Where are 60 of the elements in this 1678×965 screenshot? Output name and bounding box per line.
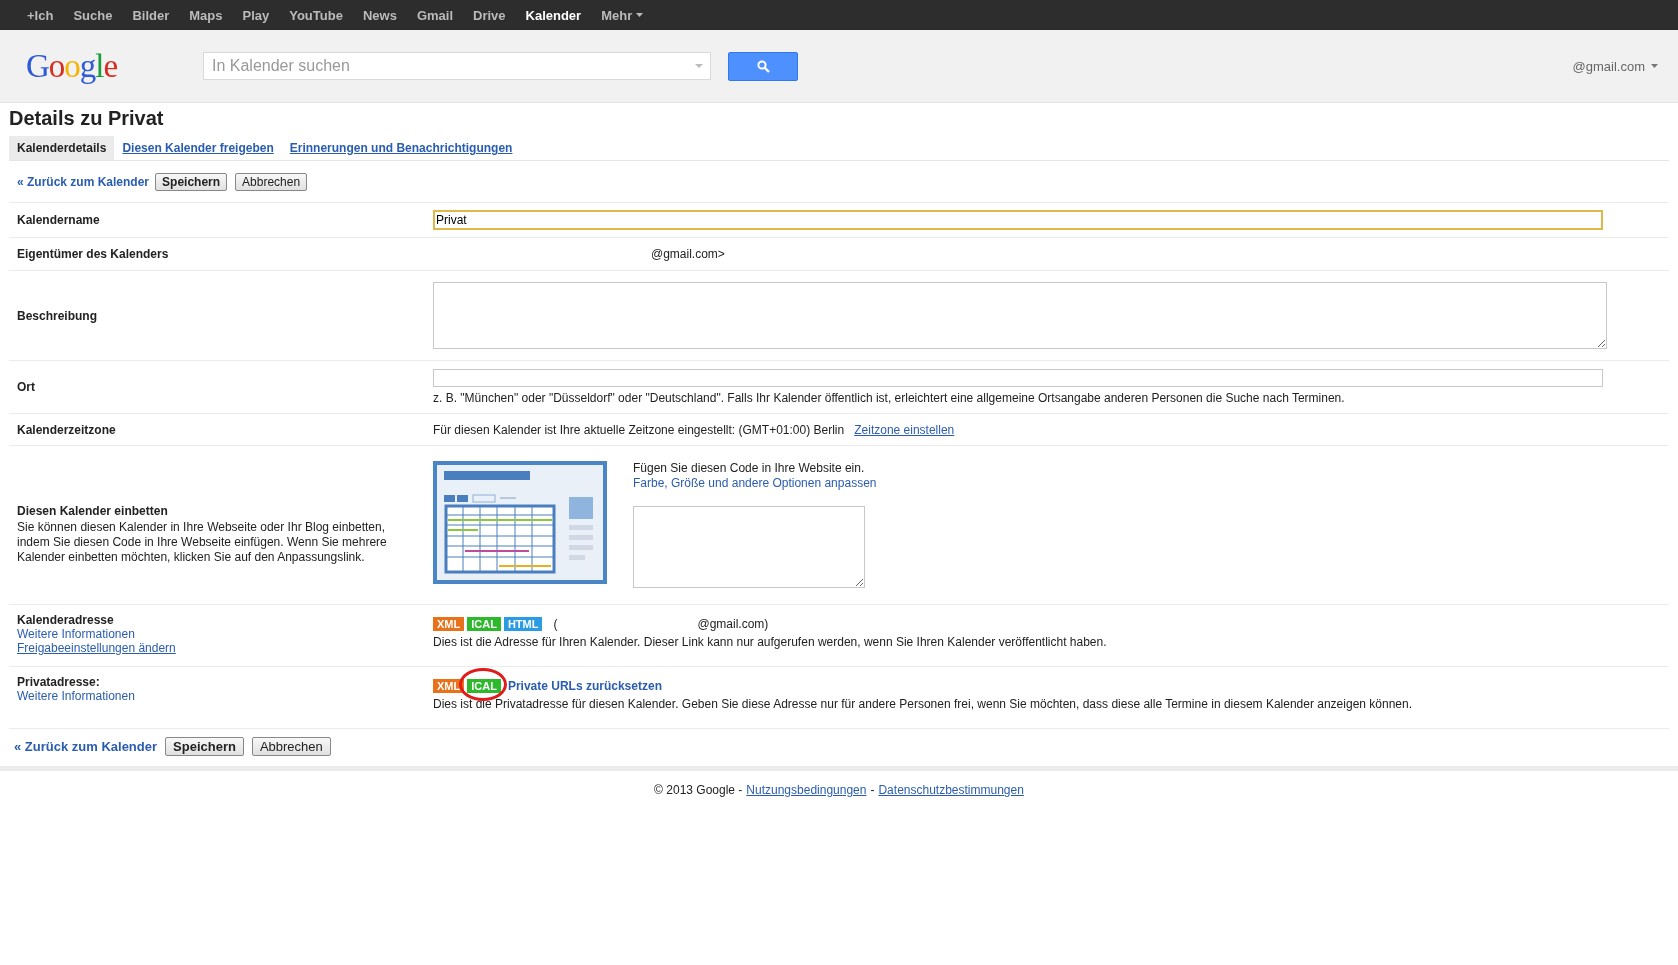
caret-icon (636, 13, 644, 17)
tab[interactable]: Diesen Kalender freigeben (114, 136, 282, 160)
location-field[interactable] (433, 369, 1603, 387)
nav-link[interactable]: Drive (463, 0, 516, 30)
cancel-button[interactable]: Abbrechen (251, 737, 331, 756)
field-label: Beschreibung (17, 308, 98, 323)
terms-link[interactable]: Nutzungsbedingungen (746, 783, 867, 797)
nav-link[interactable]: YouTube (279, 0, 353, 30)
copyright-text: © 2013 Google - (654, 783, 743, 797)
timezone-text: Für diesen Kalender ist Ihre aktuelle Zeitzone eingestellt: (GMT+01:00) Berlin (433, 422, 845, 437)
tab[interactable]: Kalenderdetails (9, 136, 115, 160)
field-label: Kalenderzeitzone (17, 422, 117, 437)
nav-link[interactable]: Play (232, 0, 280, 30)
nav-link[interactable]: Kalender (515, 0, 592, 30)
field-label: Eigentümer des Kalenders (17, 247, 170, 261)
nav-link[interactable]: Suche (63, 0, 123, 30)
nav-link[interactable]: Mehr (591, 0, 654, 30)
customize-link[interactable]: Farbe, Größe und andere Optionen anpassen (633, 476, 877, 490)
caret-icon (1651, 64, 1658, 68)
nav-link[interactable]: Bilder (122, 0, 180, 30)
field-label: Kalenderadresse (17, 613, 115, 627)
hint-text: z. B. "München" oder "Düsseldorf" oder "Deutschland". Falls Ihr Kalender öffentlich ist, erleichtert eine allgemeine Ortsangabe anderen Personen die Suche nach Terminen. (433, 391, 1345, 405)
address-note: Dies ist die Privatadresse für diesen Kalender. Geben Sie diese Adresse nur für andere Personen frei, wenn Sie möchten, dass diese alle Termine in diesem Kalender anzeigen können. (433, 697, 1413, 711)
cancel-button[interactable]: Abbrechen (235, 173, 308, 191)
field-label: Ort (17, 380, 36, 394)
page-title: Details zu Privat (9, 106, 164, 131)
search-icon (756, 59, 770, 73)
address-note: Dies ist die Adresse für Ihren Kalender. Dieser Link kann nur aufgerufen werden, wenn Sie Ihren Kalender veröffentlicht haben. (433, 635, 1107, 649)
privacy-link[interactable]: Datenschutzbestimmungen (878, 783, 1024, 797)
field-label: Diesen Kalender einbetten (17, 503, 169, 518)
embed-code-field[interactable] (633, 506, 865, 588)
field-label: Privatadresse: (17, 675, 101, 689)
back-link[interactable]: « Zurück zum Kalender (17, 175, 150, 189)
account-email[interactable]: @gmail.com (1572, 58, 1645, 74)
save-button[interactable]: Speichern (155, 173, 228, 191)
sharing-settings-link[interactable]: Freigabeeinstellungen ändern (17, 641, 433, 655)
address-open: ( (553, 617, 558, 631)
search-field[interactable]: In Kalender suchen (203, 52, 711, 80)
owner-email: @gmail.com> (651, 247, 725, 261)
info-link[interactable]: Weitere Informationen (17, 689, 433, 703)
description-field[interactable] (433, 282, 1607, 349)
field-label: Kalendername (17, 213, 101, 227)
name-field[interactable]: Privat (433, 210, 1603, 230)
info-link[interactable]: Weitere Informationen (17, 627, 433, 641)
search-button[interactable] (728, 51, 798, 81)
save-button[interactable]: Speichern (165, 737, 244, 756)
reset-urls-link[interactable]: Private URLs zurücksetzen (507, 679, 662, 693)
nav-link[interactable]: Gmail (406, 0, 463, 30)
embed-instruction: Fügen Sie diesen Code in Ihre Website ein. (633, 461, 866, 475)
google-logo: Google (26, 47, 119, 85)
nav-link[interactable]: Maps (179, 0, 233, 30)
embed-description: Sie können diesen Kalender in Ihre Webseite oder Ihr Blog einbetten, indem Sie diesen Code in Ihre Webseite einfügen. Wenn Sie mehrere Kalender einbetten möchten, klicken Sie auf den Anpassungslink. (17, 519, 388, 565)
address-email: @gmail.com) (697, 617, 769, 631)
nav-link[interactable]: News (352, 0, 407, 30)
nav-link[interactable]: +Ich (17, 0, 64, 30)
separator-text: - (870, 783, 875, 797)
tab[interactable]: Erinnerungen und Benachrichtigungen (281, 136, 521, 160)
back-link[interactable]: « Zurück zum Kalender (14, 739, 158, 754)
timezone-link[interactable]: Zeitzone einstellen (854, 422, 955, 437)
dropdown-caret-icon (695, 64, 703, 68)
